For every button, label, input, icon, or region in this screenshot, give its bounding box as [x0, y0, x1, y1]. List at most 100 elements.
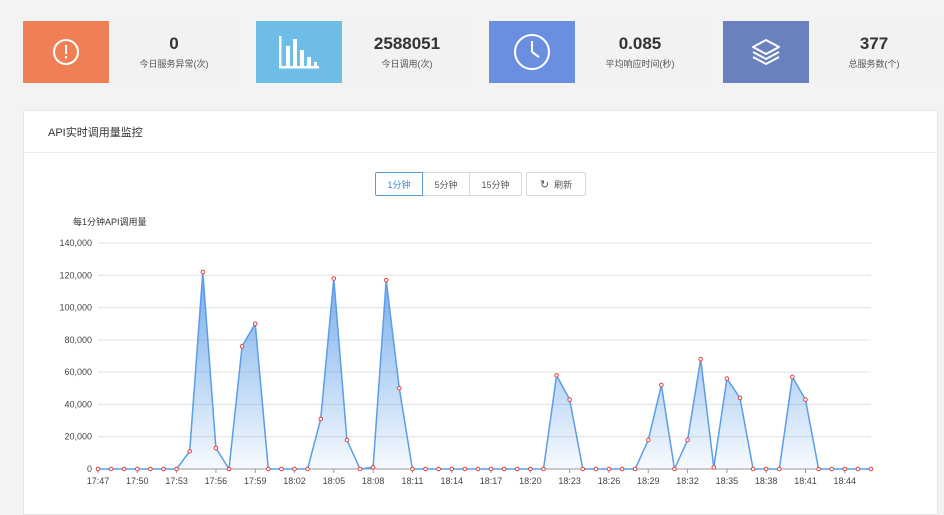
data-point[interactable] [659, 382, 664, 388]
data-point[interactable] [305, 466, 310, 472]
data-point[interactable] [776, 466, 782, 472]
data-point[interactable] [213, 445, 219, 451]
chart-series [95, 269, 874, 472]
data-point[interactable] [685, 437, 690, 443]
data-point[interactable] [370, 465, 376, 470]
stat-label: 总服务数(个) [848, 59, 900, 69]
data-point[interactable] [514, 466, 520, 472]
data-point[interactable] [410, 466, 415, 472]
data-point[interactable] [331, 276, 337, 281]
data-point[interactable] [135, 466, 140, 472]
data-point[interactable] [632, 466, 638, 472]
data-point[interactable] [318, 416, 324, 422]
data-point[interactable] [672, 466, 677, 472]
stat-icon-box [489, 21, 575, 83]
data-point[interactable] [108, 466, 114, 472]
x-tick-label: 18:20 [519, 476, 542, 486]
x-tick-label: 18:14 [440, 476, 463, 486]
data-point[interactable] [357, 466, 363, 472]
data-point[interactable] [698, 356, 703, 362]
data-point[interactable] [763, 466, 769, 472]
data-point[interactable] [449, 466, 455, 472]
data-point[interactable] [344, 437, 350, 443]
data-point[interactable] [737, 395, 743, 401]
y-tick-label: 100,000 [59, 303, 92, 313]
data-point[interactable] [593, 466, 599, 472]
data-point[interactable] [475, 466, 481, 472]
x-tick-label: 18:35 [716, 476, 739, 486]
data-point[interactable] [606, 466, 612, 472]
data-point[interactable] [541, 466, 546, 472]
x-tick-label: 17:47 [87, 476, 110, 486]
data-point[interactable] [790, 374, 795, 380]
data-point[interactable] [554, 373, 559, 378]
data-point[interactable] [816, 466, 821, 472]
data-point[interactable] [200, 269, 206, 275]
data-point[interactable] [645, 437, 651, 443]
x-tick-label: 17:50 [126, 476, 149, 486]
bar-chart-icon [279, 36, 319, 69]
stat-value: 2588051 [373, 34, 441, 53]
interval-1min-button[interactable]: 1分钟 [375, 172, 423, 196]
data-point[interactable] [292, 466, 297, 472]
data-point[interactable] [462, 466, 468, 472]
data-point[interactable] [750, 466, 756, 472]
stat-icon-box [23, 21, 109, 83]
y-tick-label: 20,000 [64, 432, 92, 442]
stat-card-services: 377 总服务数(个) [723, 21, 939, 83]
data-point[interactable] [842, 466, 848, 472]
stat-label: 今日服务异常(次) [139, 59, 209, 69]
data-point[interactable] [187, 448, 193, 454]
data-point[interactable] [436, 466, 441, 472]
x-tick-label: 18:02 [283, 476, 306, 486]
data-point[interactable] [567, 397, 572, 402]
stat-icon-box [723, 21, 809, 83]
stat-label: 今日调用(次) [381, 59, 433, 69]
data-point[interactable] [279, 466, 284, 472]
data-point[interactable] [383, 277, 389, 283]
stat-card-response-time: 0.085 平均响应时间(秒) [489, 21, 705, 83]
y-tick-label: 120,000 [59, 270, 92, 280]
data-point[interactable] [855, 466, 861, 472]
data-point[interactable] [161, 466, 166, 472]
x-tick-label: 18:17 [480, 476, 503, 486]
data-point[interactable] [95, 466, 101, 472]
x-tick-label: 18:05 [323, 476, 346, 486]
stat-icon-box [256, 21, 342, 83]
x-tick-label: 18:32 [676, 476, 699, 486]
x-tick-label: 18:38 [755, 476, 778, 486]
series-area [98, 272, 871, 469]
y-tick-label: 80,000 [64, 335, 92, 345]
data-point[interactable] [711, 465, 717, 470]
data-point[interactable] [724, 376, 730, 381]
layers-icon [752, 39, 780, 65]
stat-value: 0 [169, 34, 179, 53]
x-tick-label: 18:26 [598, 476, 621, 486]
data-point[interactable] [488, 466, 494, 472]
x-tick-label: 18:08 [362, 476, 385, 486]
data-point[interactable] [619, 466, 625, 472]
data-point[interactable] [580, 466, 586, 472]
data-point[interactable] [868, 466, 874, 472]
api-monitor-panel: API实时调用量监控 1分钟 5分钟 15分钟 ↻ 刷新 每1分钟API调用量 … [23, 110, 938, 515]
stat-value: 377 [859, 34, 889, 53]
stat-card-calls: 2588051 今日调用(次) [256, 21, 472, 83]
data-point[interactable] [226, 466, 232, 472]
data-point[interactable] [148, 466, 153, 472]
data-point[interactable] [501, 466, 507, 472]
stat-card-errors: 0 今日服务异常(次) [23, 21, 239, 83]
data-point[interactable] [121, 466, 127, 472]
data-point[interactable] [252, 321, 258, 327]
data-point[interactable] [239, 344, 245, 349]
x-tick-label: 18:41 [794, 476, 817, 486]
data-point[interactable] [397, 385, 402, 391]
data-point[interactable] [174, 466, 179, 472]
x-tick-label: 18:11 [402, 476, 424, 486]
data-point[interactable] [829, 466, 834, 472]
data-point[interactable] [803, 397, 808, 402]
data-point[interactable] [423, 466, 428, 472]
api-calls-chart: 0 20,000 40,000 60,000 80,000 100,000 120,000 1… [59, 238, 874, 486]
data-point[interactable] [266, 466, 271, 472]
data-point[interactable] [528, 466, 533, 472]
x-tick-label: 17:56 [205, 476, 228, 486]
